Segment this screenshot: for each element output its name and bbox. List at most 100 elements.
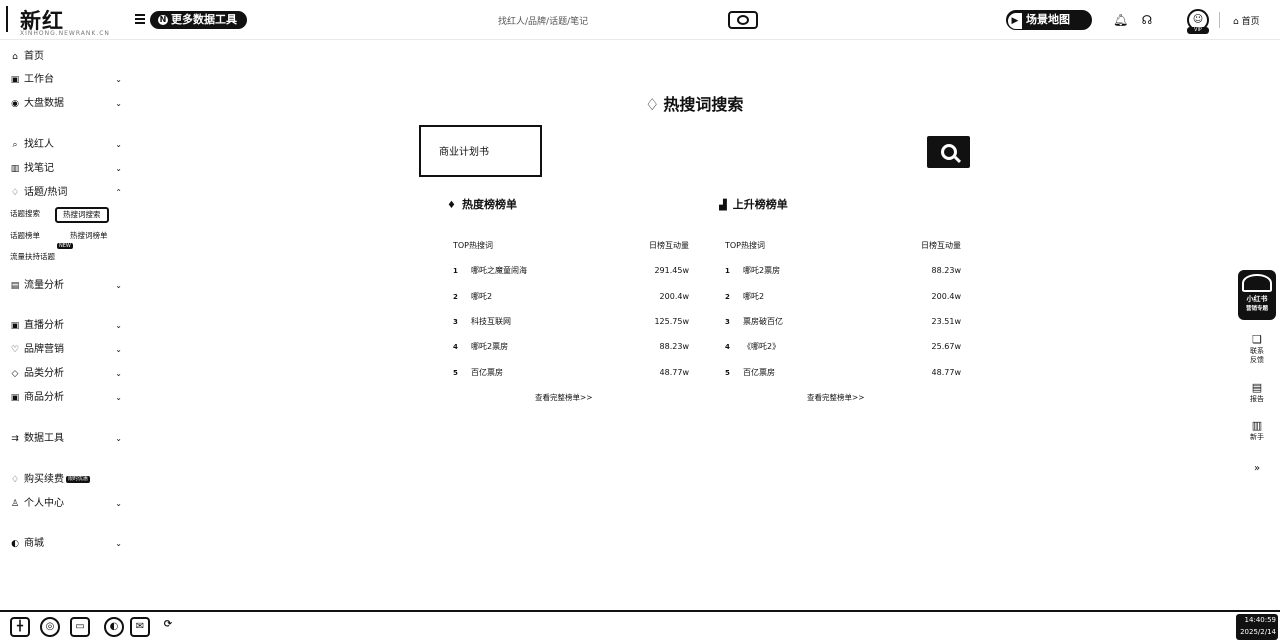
value: 48.77w xyxy=(931,368,961,377)
sidebar-item-brand[interactable]: ♡ 品牌营销 ⌄ xyxy=(10,342,122,358)
divider xyxy=(1219,12,1220,28)
keyword[interactable]: 百亿票房 xyxy=(743,367,775,379)
sidebar-item-dashboard[interactable]: ◉ 大盘数据 ⌄ xyxy=(10,96,122,112)
start-icon[interactable]: ╋ xyxy=(10,617,30,637)
brand[interactable]: 新红 XINHONG.NEWRANK.CN xyxy=(6,4,126,37)
search-button[interactable] xyxy=(927,136,970,168)
promo-line2: 营销专题 xyxy=(1245,306,1268,312)
guide-button[interactable]: ▥ 新手 xyxy=(1242,420,1272,442)
feedback-button[interactable]: ❑ 联系 反馈 xyxy=(1242,334,1272,365)
user-icon: ♙ xyxy=(10,499,20,509)
sidebar-item-label: 直播分析 xyxy=(24,320,64,331)
browser-app-icon[interactable]: ◐ xyxy=(104,617,124,637)
sidebar-item-goods[interactable]: ▣ 商品分析 ⌄ xyxy=(10,390,122,406)
table-header: TOP热搜词 日榜互动量 xyxy=(725,240,961,252)
scene-map-button[interactable]: ▶ 场景地图 xyxy=(1006,10,1092,30)
sub-topic-rank[interactable]: 话题榜单 xyxy=(10,230,40,242)
hot-rank-title-text: 热度榜榜单 xyxy=(461,198,517,211)
brand-divider xyxy=(6,6,8,32)
home-label: 首页 xyxy=(1241,17,1260,27)
keyword[interactable]: 哪吒2 xyxy=(743,291,764,303)
col-value: 日榜互动量 xyxy=(649,241,689,250)
sidebar-item-find-kol[interactable]: ⌕ 找红人 ⌄ xyxy=(10,137,122,153)
bell-icon[interactable]: 🔔︎ xyxy=(1113,13,1128,27)
hot-rank-title: ♦ 热度榜榜单 xyxy=(447,196,697,215)
hot-rank-panel: ♦ 热度榜榜单 TOP热搜词 日榜互动量 1 哪吒之魔童闹海 291.45w 2 哪吒2 2… xyxy=(447,196,697,402)
more-tools-label: 更多数据工具 xyxy=(171,13,237,26)
page-title: ♢ 热搜词搜索 xyxy=(645,94,743,116)
chevron-down-icon: ⌄ xyxy=(115,75,122,84)
value: 88.23w xyxy=(931,266,961,275)
keyword[interactable]: 哪吒之魔童闹海 xyxy=(471,265,527,277)
report-button[interactable]: ▤ 报告 xyxy=(1242,382,1272,404)
chevron-down-icon: ⌄ xyxy=(115,393,122,402)
sidebar-item-label: 首页 xyxy=(24,51,44,62)
sidebar-item-label: 购买续费 xyxy=(24,474,64,485)
sidebar-item-tools[interactable]: ⇉ 数据工具 ⌄ xyxy=(10,431,122,447)
report-icon: ▤ xyxy=(1251,381,1263,394)
value: 23.51w xyxy=(931,317,961,326)
mail-app-icon[interactable]: ✉ xyxy=(130,617,150,637)
sidebar-item-profile[interactable]: ♙ 个人中心 ⌄ xyxy=(10,496,122,512)
sidebar-item-label: 品类分析 xyxy=(24,368,64,379)
keyword[interactable]: 科技互联网 xyxy=(471,316,511,328)
chat-app-icon[interactable]: ◎ xyxy=(40,617,60,637)
sub-topic-search[interactable]: 话题搜索 xyxy=(10,208,40,220)
search-input[interactable] xyxy=(439,145,529,156)
guide-label: 新手 xyxy=(1250,433,1264,441)
chevron-down-icon: ⌄ xyxy=(115,345,122,354)
sidebar-item-find-note[interactable]: ▥ 找笔记 ⌄ xyxy=(10,161,122,177)
sidebar-item-topic[interactable]: ♢ 话题/热词 ⌃ xyxy=(10,185,122,201)
chevron-up-icon: ⌃ xyxy=(115,188,122,197)
keyword[interactable]: 哪吒2 xyxy=(471,291,492,303)
rank-number: 2 xyxy=(725,293,730,301)
keyword[interactable]: 哪吒2票房 xyxy=(471,341,508,353)
expand-icon[interactable]: » xyxy=(1254,463,1260,474)
sidebar-item-buy[interactable]: ♢ 购买续费 限时优惠 xyxy=(10,472,122,488)
keyword[interactable]: 哪吒2票房 xyxy=(743,265,780,277)
sub-hot-word-rank[interactable]: 热搜词榜单 xyxy=(70,230,108,242)
rise-rank-panel: ▟ 上升榜榜单 TOP热搜词 日榜互动量 1 哪吒2票房 88.23w 2 哪吒2 200.… xyxy=(719,196,969,402)
view-full-rank-link[interactable]: 查看完整榜单>> xyxy=(807,392,865,404)
sidebar-item-category[interactable]: ◇ 品类分析 ⌄ xyxy=(10,366,122,382)
system-clock[interactable]: 14:40:59 2025/2/14 xyxy=(1236,614,1278,640)
home-link[interactable]: ⌂ 首页 xyxy=(1233,14,1260,27)
global-search-placeholder[interactable]: 找红人/品牌/话题/笔记 xyxy=(498,14,588,27)
sub-hot-word-search[interactable]: 热搜词搜索 xyxy=(55,207,109,223)
sidebar-item-workbench[interactable]: ▣ 工作台 ⌄ xyxy=(10,72,122,88)
value: 25.67w xyxy=(931,342,961,351)
search-box[interactable] xyxy=(419,125,542,177)
value: 48.77w xyxy=(659,368,689,377)
sidebar-item-label: 个人中心 xyxy=(24,498,64,509)
sub-traffic-topic[interactable]: 流量扶持话题 xyxy=(10,251,55,263)
rank-number: 4 xyxy=(725,343,730,351)
xiaohongshu-promo-button[interactable]: 小红书 营销专题 xyxy=(1238,270,1276,320)
chevron-down-icon: ⌄ xyxy=(115,369,122,378)
sync-app-icon[interactable]: ⟳ xyxy=(158,617,178,637)
goods-icon: ▣ xyxy=(10,393,20,403)
keyword[interactable]: 《哪吒2》 xyxy=(743,341,780,353)
monitor-app-icon[interactable]: ▭ xyxy=(70,617,90,637)
rank-number: 4 xyxy=(453,343,458,351)
chevron-down-icon: ⌄ xyxy=(115,140,122,149)
rank-number: 1 xyxy=(725,267,730,275)
keyword[interactable]: 票房破百亿 xyxy=(743,316,783,328)
headset-icon[interactable]: ☊ xyxy=(1140,13,1154,27)
menu-toggle-icon[interactable] xyxy=(135,14,145,24)
keyword[interactable]: 百亿票房 xyxy=(471,367,503,379)
sidebar-item-traffic[interactable]: ▤ 流量分析 ⌄ xyxy=(10,278,122,294)
feedback-label: 联系 反馈 xyxy=(1250,347,1264,364)
chevron-down-icon: ⌄ xyxy=(115,499,122,508)
view-full-rank-link[interactable]: 查看完整榜单>> xyxy=(535,392,593,404)
avatar[interactable]: ☺ VIP xyxy=(1187,9,1209,34)
sidebar-item-store[interactable]: ◐ 商城 ⌄ xyxy=(10,536,122,552)
col-value: 日榜互动量 xyxy=(921,241,961,250)
home-icon: ⌂ xyxy=(1233,17,1239,27)
sidebar-item-label: 大盘数据 xyxy=(24,98,64,109)
sidebar-item-home[interactable]: ⌂ 首页 xyxy=(10,49,122,65)
sidebar-item-live[interactable]: ▣ 直播分析 ⌄ xyxy=(10,318,122,334)
more-tools-button[interactable]: N 更多数据工具 xyxy=(150,11,247,29)
center-logo-icon xyxy=(728,11,758,29)
rank-number: 3 xyxy=(453,318,458,326)
value: 200.4w xyxy=(931,292,961,301)
